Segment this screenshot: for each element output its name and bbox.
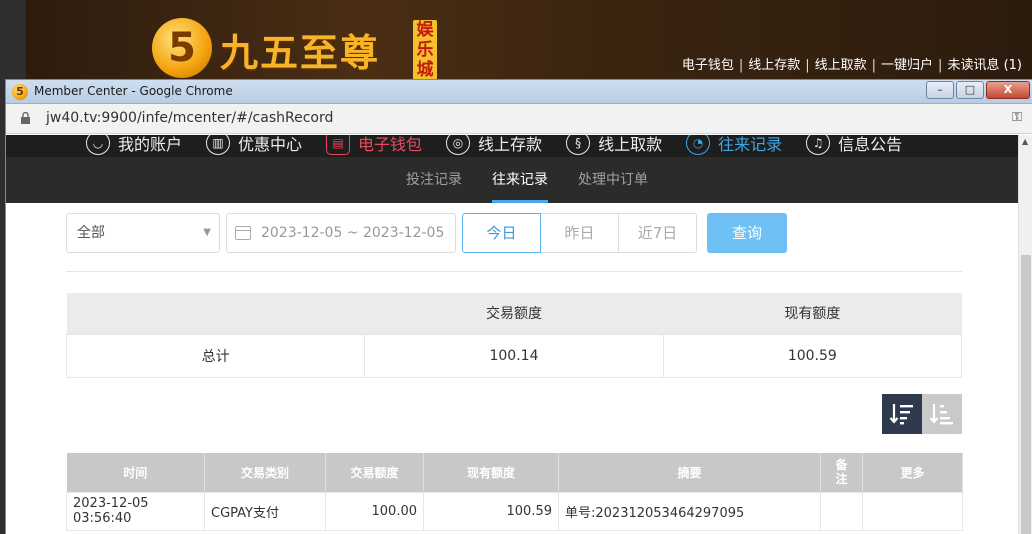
withdraw-icon: § [566,135,591,155]
lock-icon [21,112,30,124]
scrollbar[interactable]: ▲ [1018,135,1032,534]
type-select[interactable]: 全部 ▼ [66,213,220,253]
gift-icon: ▥ [206,135,231,155]
divider [66,271,962,272]
col-more[interactable]: 更多 [862,453,963,492]
address-bar: jw40.tv:9900/infe/mcenter/#/cashRecord ⚿ [6,104,1032,134]
site-logo-badge: 娱乐城 [413,20,437,80]
maximize-button[interactable]: □ [956,81,984,99]
nav-item-withdraw[interactable]: § 线上取款 [566,135,662,157]
cell-type: CGPAY支付 [204,491,326,531]
range-yesterday-button[interactable]: 昨日 [540,213,619,253]
deposit-icon: ◎ [446,135,471,155]
window-title: Member Center - Google Chrome [34,84,233,98]
records-icon: ◔ [686,135,711,155]
range-today-button[interactable]: 今日 [462,213,541,253]
sort-buttons [882,394,962,434]
summary-total-amount: 100.14 [364,333,664,378]
top-link-merge[interactable]: 一键归户 [881,58,933,73]
user-icon: ◡ [86,135,110,155]
scrollbar-thumb[interactable] [1021,255,1031,534]
calendar-icon [235,226,251,240]
cell-note [820,491,863,531]
favicon-icon: 5 [12,84,28,100]
filter-bar: 全部 ▼ 2023-12-05 ~ 2023-12-05 今日 昨日 近7日 查… [66,213,787,253]
nav-item-label: 线上存款 [478,135,543,154]
cell-time: 2023-12-05 03:56:40 [66,491,205,531]
top-link-withdraw[interactable]: 线上取款 [815,58,867,73]
cell-balance: 100.59 [423,491,559,531]
key-icon[interactable]: ⚿ [1012,110,1022,125]
site-logo-text: 九五至尊 [220,30,381,75]
nav-item-label: 优惠中心 [238,135,303,154]
nav-item-announcements[interactable]: ♫ 信息公告 [806,135,902,157]
close-button[interactable]: X [986,81,1030,99]
col-note[interactable]: 备注 [820,453,863,492]
range-7days-button[interactable]: 近7日 [618,213,697,253]
cell-summary: 单号:202312053464297095 [558,491,821,531]
table-row: 2023-12-05 03:56:40 CGPAY支付 100.00 100.5… [66,491,963,531]
top-link-unread[interactable]: 未读讯息 (1) [947,58,1022,73]
tab-bet-records[interactable]: 投注记录 [406,157,462,203]
bell-icon: ♫ [806,135,831,155]
site-logo-icon: 5 [152,18,212,78]
type-select-value: 全部 [77,225,105,241]
sort-ascending-icon[interactable] [922,394,962,434]
nav-item-label: 线上取款 [598,135,663,154]
cell-amount: 100.00 [325,491,424,531]
cell-more[interactable] [862,491,963,531]
summary-header-row: 交易额度 现有额度 [66,293,962,334]
page-content: ◡ 我的账户 ▥ 优惠中心 ▤ 电子钱包 ◎ 线上存款 § 线上取款 ◔ 往来记… [6,135,1018,534]
col-summary[interactable]: 摘要 [558,453,821,492]
caret-down-icon: ▼ [203,227,211,238]
top-link-deposit[interactable]: 线上存款 [748,58,800,73]
date-range-value: 2023-12-05 ~ 2023-12-05 [261,225,445,241]
summary-header-balance: 现有额度 [663,293,962,334]
nav-item-label: 信息公告 [838,135,903,154]
sort-descending-icon[interactable] [882,394,922,434]
summary-header-amount: 交易额度 [364,293,664,334]
nav-item-ewallet[interactable]: ▤ 电子钱包 [326,135,422,157]
window-titlebar[interactable]: 5 Member Center - Google Chrome – □ X [6,80,1032,104]
nav-item-label: 往来记录 [718,135,783,154]
col-type[interactable]: 交易类别 [204,453,326,492]
summary-total-balance: 100.59 [662,333,963,378]
url-text[interactable]: jw40.tv:9900/infe/mcenter/#/cashRecord [46,110,333,126]
col-time[interactable]: 时间 [66,453,205,492]
top-link-ewallet[interactable]: 电子钱包 [682,58,734,73]
records-table: 时间 交易类别 交易额度 现有额度 摘要 备注 更多 2023-12-05 03… [66,453,963,531]
nav-item-label: 我的账户 [118,135,183,154]
scroll-up-icon[interactable]: ▲ [1022,137,1028,146]
tab-pending-orders[interactable]: 处理中订单 [578,157,648,203]
summary-header-blank [66,293,365,334]
wallet-icon: ▤ [326,135,351,155]
window-controls: – □ X [926,81,1030,99]
range-buttons: 今日 昨日 近7日 [462,213,697,253]
minimize-button[interactable]: – [926,81,954,99]
date-range-input[interactable]: 2023-12-05 ~ 2023-12-05 [226,213,456,253]
sub-nav: 投注记录 往来记录 处理中订单 [6,157,1018,203]
nav-item-records[interactable]: ◔ 往来记录 [686,135,782,157]
main-nav: ◡ 我的账户 ▥ 优惠中心 ▤ 电子钱包 ◎ 线上存款 § 线上取款 ◔ 往来记… [6,135,1018,157]
col-amount[interactable]: 交易额度 [325,453,424,492]
col-balance[interactable]: 现有额度 [423,453,559,492]
top-links: 电子钱包 | 线上存款 | 线上取款 | 一键归户 | 未读讯息 (1) [681,58,1022,73]
summary-row: 总计 100.14 100.59 [65,333,963,378]
nav-item-label: 电子钱包 [358,135,423,154]
summary-total-label: 总计 [65,333,366,378]
browser-window: 5 Member Center - Google Chrome – □ X jw… [5,79,1032,534]
nav-item-promotions[interactable]: ▥ 优惠中心 [206,135,302,157]
tab-cash-records[interactable]: 往来记录 [492,157,548,203]
nav-item-account[interactable]: ◡ 我的账户 [86,135,182,157]
summary-table: 交易额度 现有额度 总计 100.14 100.59 [65,293,963,378]
nav-item-deposit[interactable]: ◎ 线上存款 [446,135,542,157]
query-button[interactable]: 查询 [707,213,787,253]
records-header-row: 时间 交易类别 交易额度 现有额度 摘要 备注 更多 [66,453,963,492]
